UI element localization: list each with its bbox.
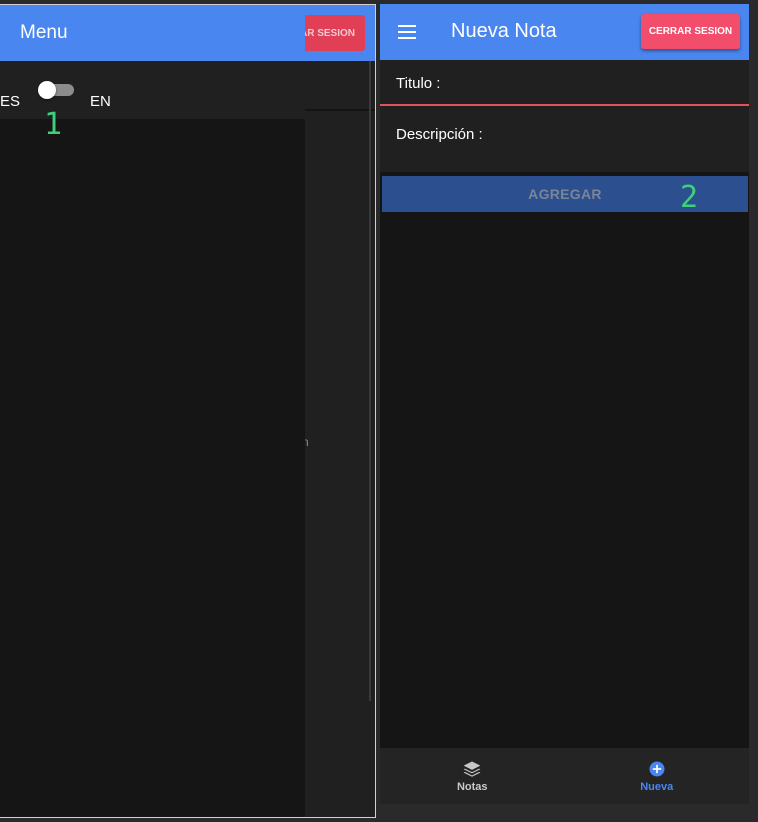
nav-item-notas[interactable]: Notas (380, 748, 565, 804)
logout-button[interactable]: CERRAR SESION (641, 14, 740, 49)
page-title: Nueva Nota (451, 20, 557, 42)
layers-icon (463, 761, 481, 777)
description-input[interactable] (492, 126, 732, 150)
annotation-marker-2: 2 (680, 180, 699, 215)
description-label: Descripción : (396, 126, 483, 143)
nav-label: Nueva (640, 781, 674, 793)
nav-item-nueva[interactable]: Nueva (565, 748, 750, 804)
drawer-header: Menu (0, 5, 305, 61)
toggle-thumb (38, 81, 56, 99)
language-label-es: ES (0, 93, 21, 110)
language-label-en: EN (90, 93, 111, 110)
nav-label: Notas (456, 781, 488, 793)
drawer-title: Menu (20, 22, 68, 43)
left-screen: AR SESION n Menu ES EN 1 (0, 4, 376, 818)
title-field: Titulo : (380, 60, 749, 106)
title-input[interactable] (450, 70, 730, 94)
scrollbar[interactable] (369, 61, 371, 701)
bottom-navigation: Notas Nueva (380, 748, 749, 804)
menu-icon[interactable] (398, 25, 416, 39)
annotation-marker-1: 1 (44, 107, 63, 142)
title-label: Titulo : (396, 75, 441, 92)
note-form: Titulo : Descripción : (380, 60, 749, 172)
app-bar: Nueva Nota CERRAR SESION (380, 4, 749, 60)
add-circle-icon (649, 761, 665, 777)
right-screen: Nueva Nota CERRAR SESION Titulo : Descri… (380, 4, 749, 804)
language-toggle[interactable] (38, 81, 76, 99)
description-field: Descripción : (380, 116, 749, 156)
